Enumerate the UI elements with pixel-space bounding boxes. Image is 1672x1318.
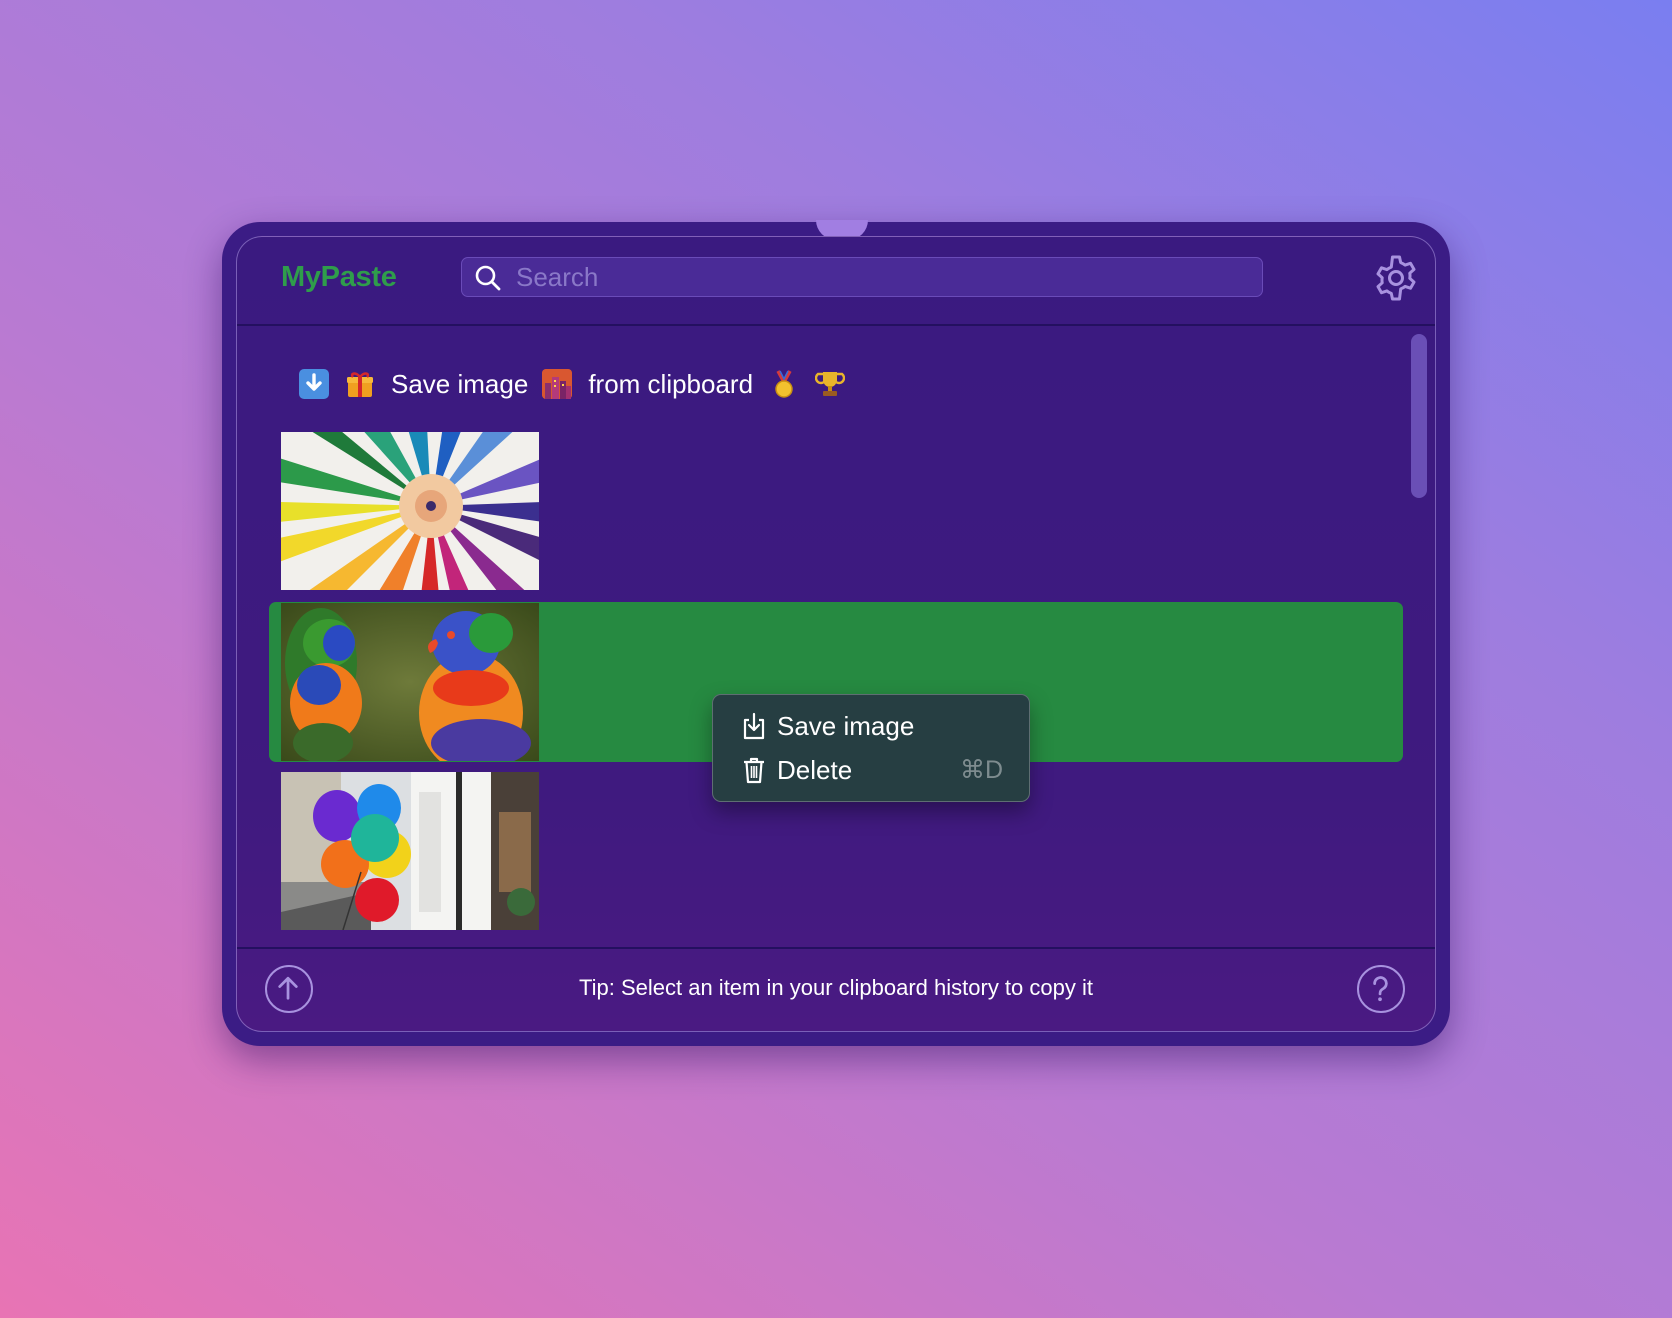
history-item-image-pencils[interactable] xyxy=(269,432,1403,592)
scrollbar-thumb[interactable] xyxy=(1411,334,1427,498)
history-item-text[interactable]: Save image from clipboard xyxy=(299,364,855,404)
menu-item-save-image[interactable]: Save image xyxy=(713,705,1029,747)
context-menu: Save image Delete ⌘D xyxy=(712,694,1030,802)
help-button[interactable] xyxy=(1357,965,1405,1013)
cityscape-icon xyxy=(542,369,573,399)
search-input[interactable] xyxy=(514,258,1238,297)
menu-item-label: Save image xyxy=(777,710,915,741)
search-box[interactable] xyxy=(461,257,1263,297)
question-mark-icon xyxy=(1373,976,1388,1002)
menu-item-delete[interactable]: Delete ⌘D xyxy=(713,749,1029,791)
footer-tip: Tip: Select an item in your clipboard hi… xyxy=(579,975,1093,1000)
trophy-icon xyxy=(815,369,846,399)
balloons-thumbnail xyxy=(281,772,539,930)
parrots-thumbnail xyxy=(281,603,539,761)
pencils-thumbnail xyxy=(281,432,539,590)
search-icon xyxy=(475,265,501,291)
clipboard-history-list: Save image from clipboard xyxy=(237,326,1435,947)
download-icon xyxy=(743,712,765,740)
app-window: MyPaste Search Save image from clipboard… xyxy=(222,220,1450,1046)
footer: Tip: Select an item in your clipboard hi… xyxy=(237,947,1435,1031)
gift-icon xyxy=(345,369,375,399)
header: MyPaste xyxy=(237,237,1435,326)
gear-icon[interactable] xyxy=(1371,253,1421,303)
app-title: MyPaste xyxy=(281,261,397,293)
trash-icon xyxy=(744,757,764,784)
menu-shortcut: ⌘D xyxy=(959,756,1003,784)
medal-icon xyxy=(769,369,799,399)
menu-item-label: Delete xyxy=(777,754,853,785)
history-text-part1: Save image xyxy=(391,368,529,399)
history-text-part2: from clipboard xyxy=(588,368,754,399)
window-inner: MyPaste Search Save image from clipboard… xyxy=(236,236,1436,1032)
down-arrow-icon xyxy=(299,369,329,399)
